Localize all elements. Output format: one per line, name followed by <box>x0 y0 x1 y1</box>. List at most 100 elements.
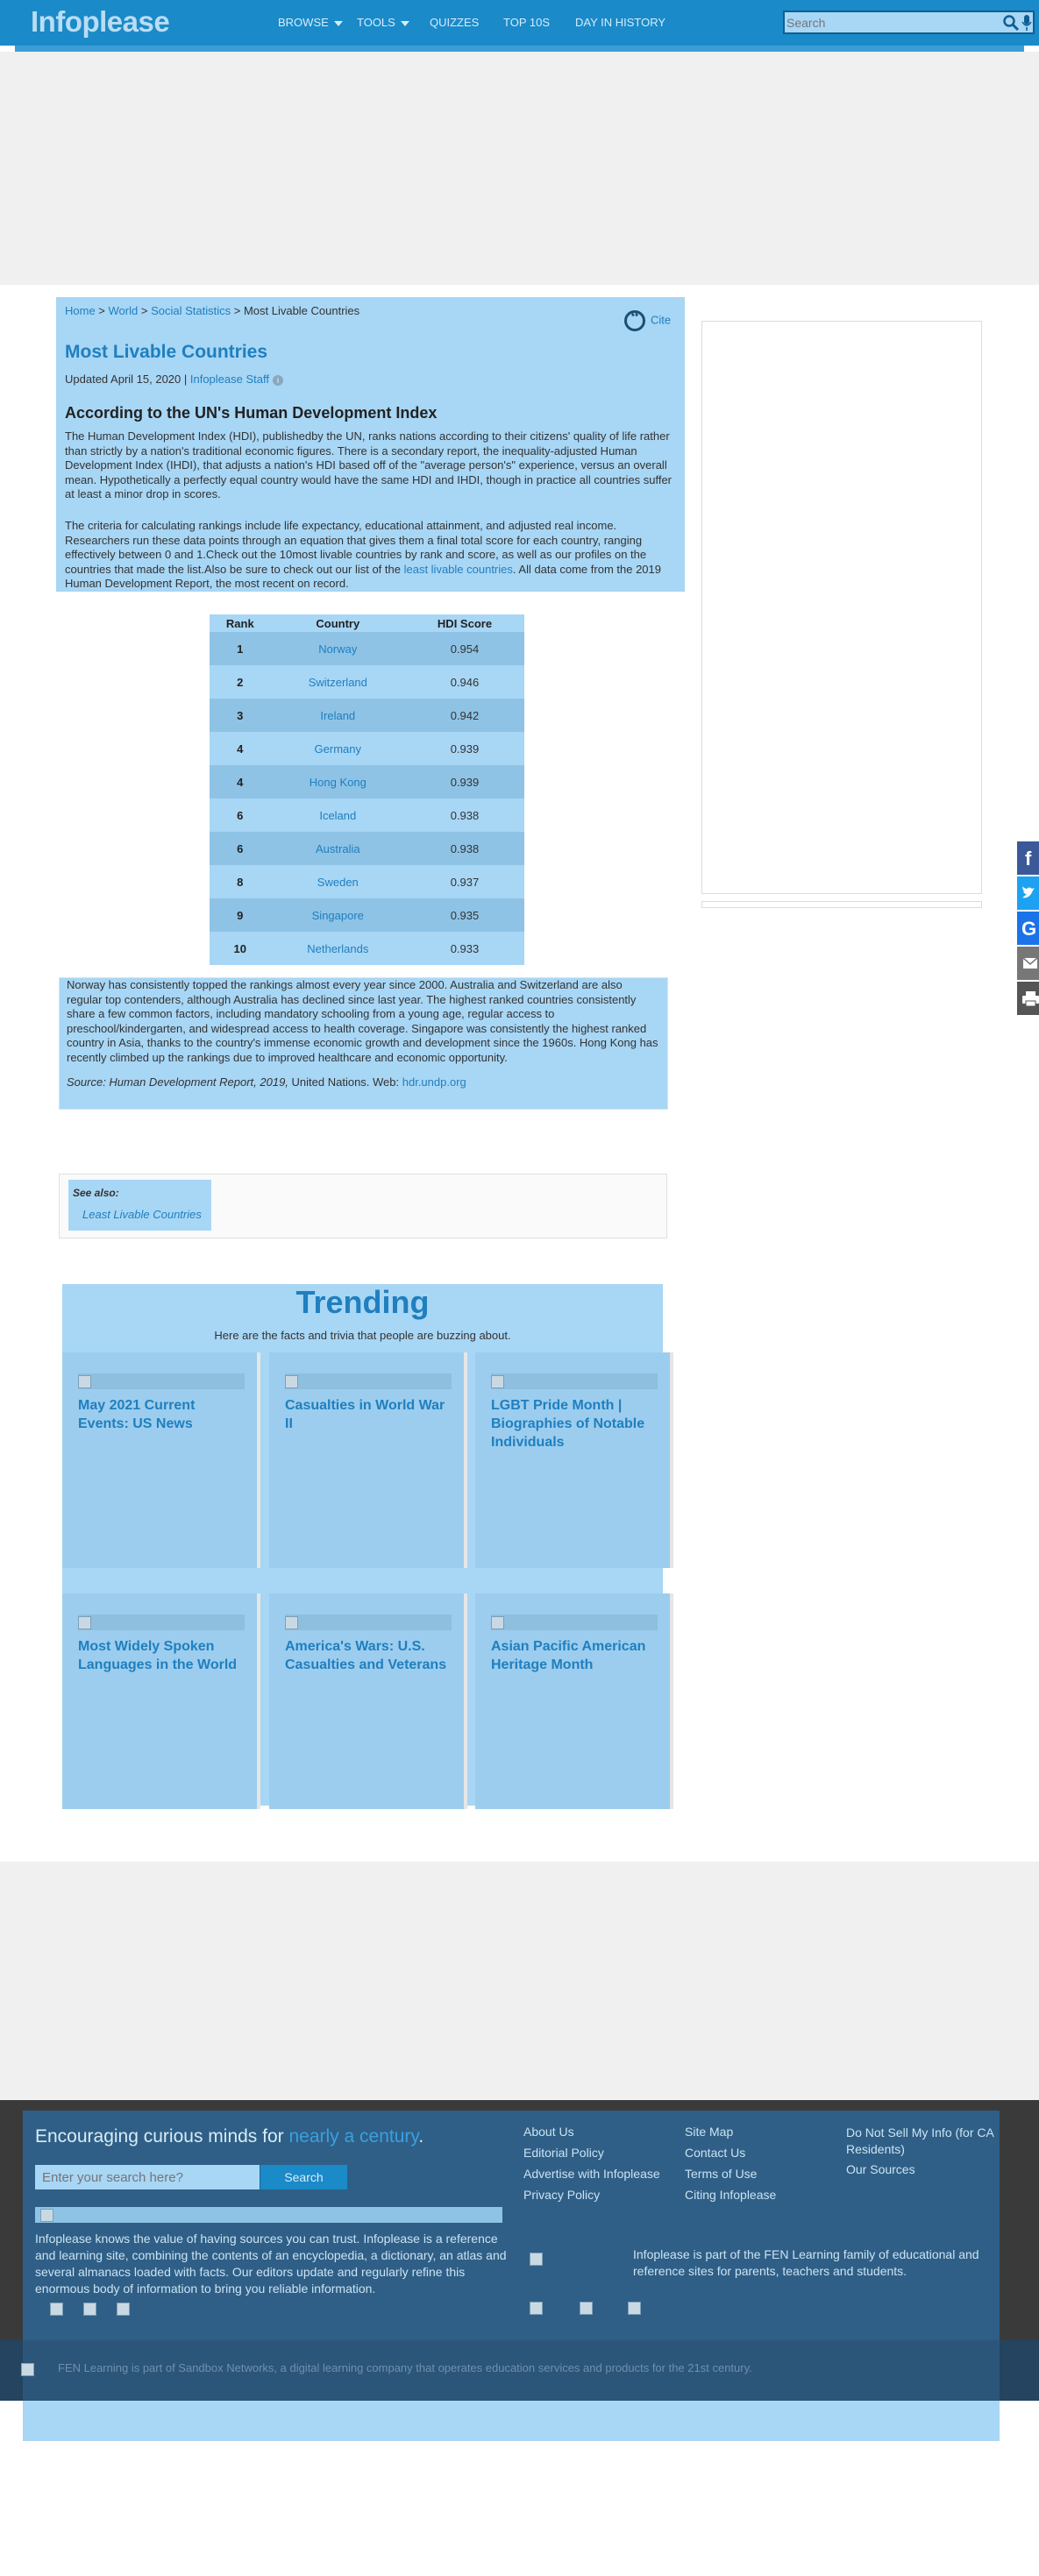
partner-logo-image[interactable] <box>628 2302 641 2315</box>
bottom-ad-slot <box>0 1862 1039 2100</box>
trending-card[interactable]: America's Wars: U.S. Casualties and Vete… <box>269 1593 464 1809</box>
facebook-icon: f <box>1025 848 1032 869</box>
breadcrumb-social-statistics[interactable]: Social Statistics <box>151 304 231 317</box>
country-link[interactable]: Sweden <box>270 865 405 898</box>
table-header-row: Rank Country HDI Score <box>210 614 524 632</box>
footer-search-button[interactable]: Search <box>260 2165 347 2189</box>
country-link[interactable]: Germany <box>270 732 405 765</box>
country-link[interactable]: Netherlands <box>270 932 405 965</box>
nav-day-in-history[interactable]: DAY IN HISTORY <box>575 16 665 29</box>
social-icon[interactable] <box>83 2303 96 2316</box>
google-icon: G <box>1021 918 1036 940</box>
country-link[interactable]: Switzerland <box>270 665 405 699</box>
sandbox-logo-image[interactable] <box>21 2363 34 2376</box>
footer-link-sources[interactable]: Our Sources <box>846 2162 915 2176</box>
footer-link-terms[interactable]: Terms of Use <box>685 2167 757 2181</box>
nav-browse[interactable]: BROWSE <box>278 16 343 29</box>
score-cell: 0.933 <box>405 932 524 965</box>
twitter-icon <box>1022 886 1035 898</box>
google-share-button[interactable]: G <box>1017 912 1039 945</box>
source-link[interactable]: hdr.undp.org <box>402 1075 466 1089</box>
trending-card[interactable]: Asian Pacific American Heritage Month <box>475 1593 670 1809</box>
see-also-link[interactable]: Least Livable Countries <box>82 1208 202 1221</box>
fen-learning-text: Infoplease is part of the FEN Learning f… <box>633 2247 979 2278</box>
column-header-rank: Rank <box>210 614 271 632</box>
article-header: Home > World > Social Statistics > Most … <box>56 297 685 592</box>
top-ad-slot <box>0 52 1039 285</box>
table-row: 4 Germany 0.939 <box>210 732 524 765</box>
info-icon[interactable]: i <box>272 375 283 386</box>
trending-card[interactable]: Most Widely Spoken Languages in the Worl… <box>62 1593 257 1809</box>
trending-card[interactable]: May 2021 Current Events: US News <box>62 1352 257 1568</box>
footer-link-citing[interactable]: Citing Infoplease <box>685 2188 776 2202</box>
rank-cell: 9 <box>210 898 271 932</box>
nav-tools[interactable]: TOOLS <box>357 16 409 29</box>
top-header: Infoplease BROWSE TOOLS QUIZZES TOP 10S … <box>0 0 1039 46</box>
nav-quizzes[interactable]: QUIZZES <box>430 16 479 29</box>
social-icon[interactable] <box>117 2303 130 2316</box>
hdi-ranking-table: Rank Country HDI Score 1 Norway 0.954 2 Swi… <box>210 614 524 965</box>
tagline-end: . <box>418 2126 424 2147</box>
cite-label: Cite <box>651 313 672 327</box>
nav-top10s[interactable]: TOP 10S <box>503 16 550 29</box>
rank-cell: 3 <box>210 699 271 732</box>
cite-button[interactable]: Cite <box>624 309 672 331</box>
country-link[interactable]: Iceland <box>270 798 405 832</box>
site-logo[interactable]: Infoplease <box>31 5 170 39</box>
header-search-input[interactable] <box>786 14 993 31</box>
print-button[interactable] <box>1017 982 1039 1015</box>
column-header-country: Country <box>270 614 405 632</box>
trending-title: Trending <box>295 1284 430 1320</box>
footer-link-about[interactable]: About Us <box>523 2125 574 2139</box>
updated-line: Updated April 15, 2020 | Infoplease Staf… <box>65 373 283 386</box>
table-row: 8 Sweden 0.937 <box>210 865 524 898</box>
email-share-button[interactable] <box>1017 947 1039 980</box>
least-livable-link[interactable]: least livable countries <box>404 563 513 576</box>
score-cell: 0.938 <box>405 832 524 865</box>
trending-card[interactable]: LGBT Pride Month | Biographies of Notabl… <box>475 1352 670 1568</box>
footer-link-editorial[interactable]: Editorial Policy <box>523 2146 604 2160</box>
fen-logo-image[interactable] <box>530 2253 543 2266</box>
table-row: 10 Netherlands 0.933 <box>210 932 524 965</box>
rank-cell: 6 <box>210 832 271 865</box>
microphone-icon[interactable] <box>1021 14 1032 32</box>
table-row: 6 Australia 0.938 <box>210 832 524 865</box>
score-cell: 0.939 <box>405 732 524 765</box>
footer-link-sitemap[interactable]: Site Map <box>685 2125 733 2139</box>
partner-logo-image[interactable] <box>530 2302 543 2315</box>
svg-text:G: G <box>1021 918 1036 940</box>
card-title[interactable]: Casualties in World War II <box>285 1396 453 1433</box>
card-title[interactable]: LGBT Pride Month | Biographies of Notabl… <box>491 1396 659 1451</box>
chevron-down-icon <box>400 20 409 26</box>
criteria-paragraph: The criteria for calculating rankings in… <box>65 519 679 592</box>
card-title[interactable]: Asian Pacific American Heritage Month <box>491 1637 659 1674</box>
breadcrumb-home[interactable]: Home <box>65 304 96 317</box>
table-row: 1 Norway 0.954 <box>210 632 524 665</box>
footer-link-do-not-sell[interactable]: Do Not Sell My Info (for CA Residents) <box>846 2125 1004 2158</box>
score-cell: 0.946 <box>405 665 524 699</box>
country-link[interactable]: Australia <box>270 832 405 865</box>
footer-link-advertise[interactable]: Advertise with Infoplease <box>523 2167 660 2181</box>
facebook-share-button[interactable]: f <box>1017 841 1039 875</box>
social-icon[interactable] <box>50 2303 63 2316</box>
card-title[interactable]: May 2021 Current Events: US News <box>78 1396 246 1433</box>
footer-search-input[interactable] <box>35 2165 260 2189</box>
country-link[interactable]: Hong Kong <box>270 765 405 798</box>
footer-link-privacy[interactable]: Privacy Policy <box>523 2188 600 2202</box>
nav-browse-label: BROWSE <box>278 16 329 29</box>
header-search-box <box>783 11 1035 34</box>
author-link[interactable]: Infoplease Staff <box>190 373 269 386</box>
partner-logo-image[interactable] <box>580 2302 593 2315</box>
card-image <box>491 1373 658 1389</box>
country-link[interactable]: Norway <box>270 632 405 665</box>
search-icon[interactable] <box>1002 14 1020 32</box>
country-link[interactable]: Singapore <box>270 898 405 932</box>
footer-link-contact[interactable]: Contact Us <box>685 2146 745 2160</box>
card-title[interactable]: Most Widely Spoken Languages in the Worl… <box>78 1637 246 1674</box>
breadcrumb-world[interactable]: World <box>109 304 139 317</box>
twitter-share-button[interactable] <box>1017 876 1039 910</box>
card-title[interactable]: America's Wars: U.S. Casualties and Vete… <box>285 1637 453 1674</box>
rank-cell: 4 <box>210 765 271 798</box>
trending-card[interactable]: Casualties in World War II <box>269 1352 464 1568</box>
country-link[interactable]: Ireland <box>270 699 405 732</box>
